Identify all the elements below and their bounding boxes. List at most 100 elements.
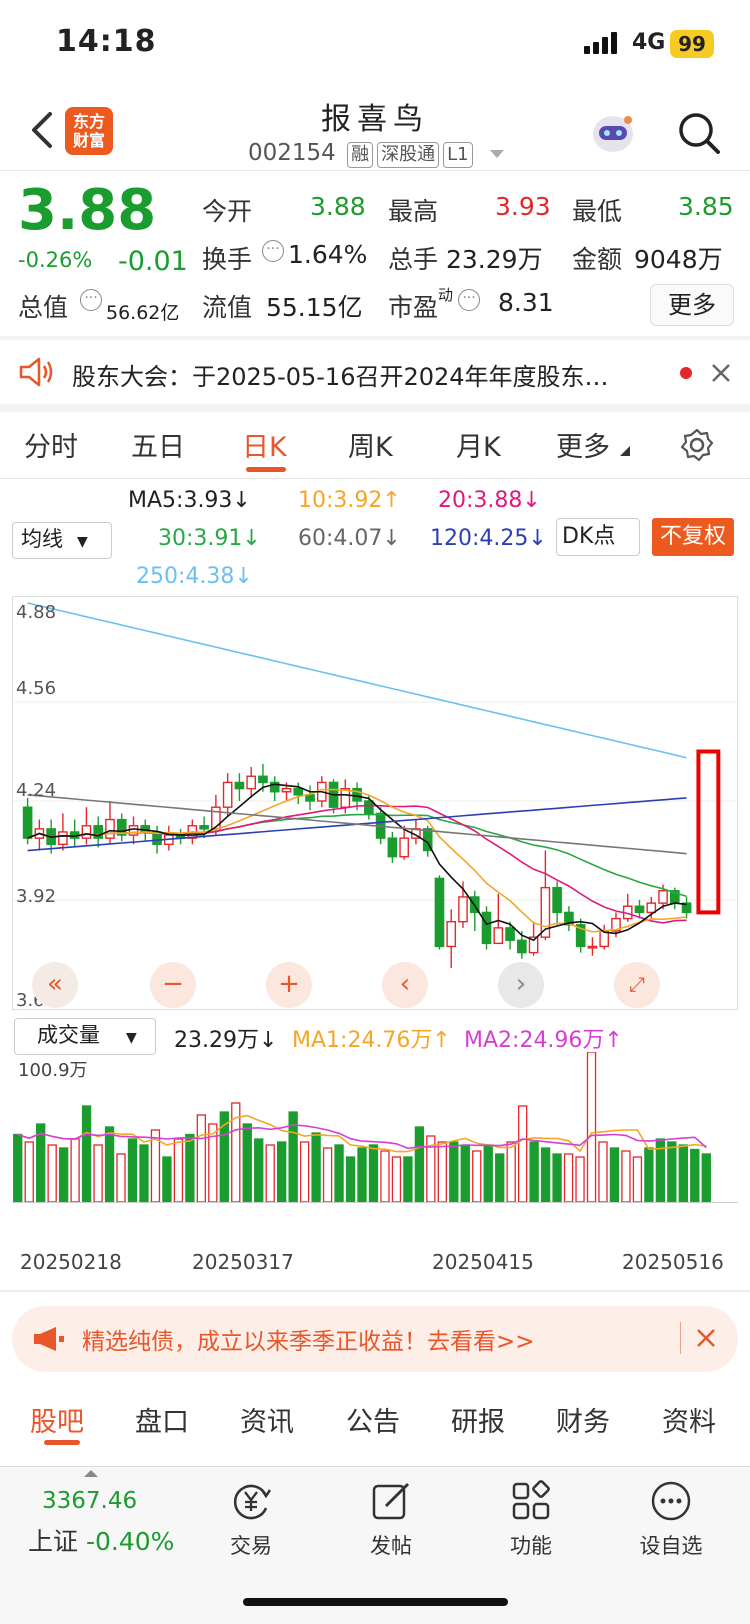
stock-code: 002154 (248, 140, 336, 166)
volume-bar (598, 1141, 608, 1203)
scroll-left-button[interactable]: ‹ (382, 962, 428, 1008)
volume-bar (529, 1141, 539, 1203)
fast-back-button[interactable]: « (32, 962, 78, 1008)
candle-body (234, 781, 245, 790)
candle-body (587, 945, 598, 949)
volume-bar (552, 1153, 562, 1203)
divider (0, 170, 750, 171)
date-label: 20250317 (192, 1250, 294, 1274)
volume-bar (139, 1144, 149, 1203)
tab-daily-k[interactable]: 日K (242, 425, 287, 464)
trade-button[interactable]: 交易 (196, 1478, 306, 1560)
grid-icon (512, 1480, 550, 1520)
volume-bar (609, 1147, 620, 1203)
add-watchlist-button[interactable]: 设自选 (616, 1478, 726, 1560)
tab-five-day[interactable]: 五日 (131, 425, 185, 464)
volume-bar (254, 1138, 264, 1203)
volume-bar (495, 1153, 505, 1203)
tag-margin: 融 (347, 142, 374, 168)
volume-bar (540, 1147, 551, 1203)
volume-bar (345, 1156, 356, 1203)
volume-bar (391, 1156, 402, 1203)
price-adjust-button[interactable]: 不复权 (652, 518, 734, 556)
volume-chart[interactable] (12, 1052, 738, 1238)
info-icon[interactable]: ··· (458, 289, 480, 311)
stock-code-line[interactable]: 002154 融深股通 L1 (248, 140, 504, 168)
close-icon[interactable] (696, 1328, 716, 1348)
volume-ma1-legend: MA1:24.76万↑ (292, 1028, 451, 1053)
candle-body (222, 781, 233, 808)
volume-bar (472, 1150, 482, 1203)
close-icon[interactable] (710, 362, 732, 384)
ma10-legend: 10:3.92↑ (298, 488, 401, 513)
date-label: 20250218 (20, 1250, 122, 1274)
candle-body (552, 886, 562, 914)
clock: 14:18 (56, 24, 157, 59)
indicator-selector[interactable]: 均线 ▼ (12, 522, 112, 559)
volume-bar (621, 1150, 631, 1203)
notice-text[interactable]: 股东大会：于2025-05-16召开2024年年度股东… (72, 357, 662, 392)
ma5-legend: MA5:3.93↓ (128, 488, 251, 513)
divider (680, 1322, 681, 1354)
more-button[interactable]: 更多 (650, 284, 734, 326)
info-icon[interactable]: ··· (80, 289, 102, 311)
tab-research[interactable]: 研报 (451, 1400, 505, 1439)
zoom-in-button[interactable]: + (266, 962, 312, 1008)
search-icon[interactable] (676, 110, 722, 156)
tab-announcements[interactable]: 公告 (346, 1400, 400, 1439)
low-value: 3.85 (678, 192, 734, 221)
price-axis-label: 4.88 (16, 602, 57, 623)
candle-body (58, 831, 68, 846)
fullscreen-button[interactable]: ⤢ (614, 962, 660, 1008)
candle-body (305, 794, 315, 802)
kline-chart[interactable] (12, 596, 738, 1010)
volume-bar (380, 1150, 390, 1203)
post-button[interactable]: 发帖 (336, 1478, 446, 1560)
volume-bar (701, 1153, 711, 1203)
assistant-robot-icon[interactable] (588, 110, 638, 156)
candle-body (22, 806, 33, 839)
dk-point-button[interactable]: DK点 (556, 518, 640, 556)
volume-bar (437, 1141, 447, 1203)
float-value: 55.15亿 (266, 293, 363, 322)
tab-intraday[interactable]: 分时 (24, 425, 78, 464)
tab-guba[interactable]: 股吧 (30, 1400, 84, 1439)
tab-order-book[interactable]: 盘口 (135, 1400, 189, 1439)
tab-monthly-k[interactable]: 月K (456, 425, 501, 464)
volume-bar (104, 1126, 115, 1203)
caret-up-icon[interactable] (84, 1470, 98, 1477)
tab-underline (246, 467, 286, 472)
tab-more[interactable]: 更多 (556, 425, 610, 464)
divider (0, 478, 750, 479)
candle-body (658, 890, 668, 904)
volume-bar (70, 1138, 80, 1203)
volume-bar (483, 1144, 493, 1203)
function-button[interactable]: 功能 (476, 1478, 586, 1560)
tab-weekly-k[interactable]: 周K (348, 425, 393, 464)
gear-icon[interactable] (680, 428, 714, 462)
volume-bar (644, 1147, 654, 1203)
ma120-legend: 120:4.25↓ (430, 526, 547, 551)
candle-body (128, 825, 139, 836)
turnover-label: 换手 (202, 245, 253, 274)
volume-indicator-selector[interactable]: 成交量 ▼ (14, 1018, 156, 1055)
tab-profile[interactable]: 资料 (662, 1400, 716, 1439)
tab-finance[interactable]: 财务 (556, 1400, 610, 1439)
more-circle-icon (651, 1481, 691, 1521)
index-line[interactable]: 上证 -0.40% (28, 1522, 174, 1558)
pe-superscript: 动 (438, 286, 454, 304)
candle-body (281, 787, 292, 793)
candle-body (387, 837, 398, 858)
change-value: -0.01 (118, 246, 188, 277)
index-value[interactable]: 3367.46 (42, 1488, 137, 1514)
yen-exchange-icon (234, 1484, 272, 1520)
scroll-right-button[interactable]: › (498, 962, 544, 1008)
zoom-out-button[interactable]: − (150, 962, 196, 1008)
promo-text[interactable]: 精选纯债，成立以来季季正收益！去看看>> (82, 1322, 535, 1356)
tag-level: L1 (443, 142, 473, 168)
info-icon[interactable]: ··· (262, 240, 284, 262)
tab-news[interactable]: 资讯 (240, 1400, 294, 1439)
volume-bar (277, 1141, 287, 1203)
float-label: 流值 (202, 293, 253, 322)
volume-bar (24, 1141, 34, 1203)
